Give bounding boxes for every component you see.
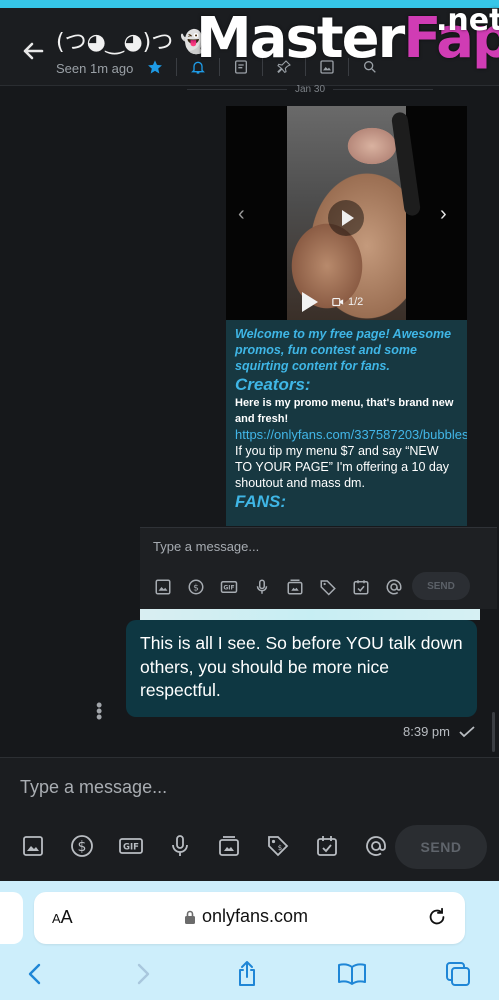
divider (176, 58, 177, 76)
promo-text: Welcome to my free page! Awesome promos,… (235, 327, 452, 373)
bookmarks-icon[interactable] (337, 959, 367, 989)
message-composer: Type a message... $ GIF $ SEND (0, 757, 499, 881)
watermark-logo: MasterFap .net (196, 3, 499, 71)
vault-icon[interactable] (216, 833, 242, 859)
media-counter: 1/2 (332, 296, 363, 308)
dollar-icon[interactable]: $ (69, 833, 95, 859)
previous-tab-preview[interactable] (0, 892, 23, 944)
creators-heading: Creators: (235, 375, 311, 394)
inner-message-input[interactable]: Type a message... (153, 539, 259, 554)
mic-icon[interactable] (167, 833, 193, 859)
calendar-icon[interactable] (351, 577, 371, 597)
media-carousel[interactable]: ‹ › 1/2 (226, 106, 467, 320)
dollar-icon[interactable]: $ (186, 577, 206, 597)
tabs-icon[interactable] (443, 959, 473, 989)
chevron-left-icon[interactable]: ‹ (238, 203, 245, 226)
svg-text:GIF: GIF (123, 843, 139, 853)
svg-text:GIF: GIF (223, 585, 234, 592)
inner-toolbar: $ GIF (153, 577, 404, 597)
more-options-icon[interactable]: • • • (96, 696, 102, 726)
address-bar[interactable]: AA onlyfans.com (34, 892, 465, 944)
overlay-strip (140, 609, 480, 620)
menu-line: Here is my promo menu, that's brand new … (235, 397, 454, 425)
message-time: 8:39 pm (403, 724, 450, 739)
mic-icon[interactable] (252, 577, 272, 597)
chat-screen: (つ◕‿◕)つ 👻 Seen 1m ago MasterFap .net Jan… (0, 0, 499, 1000)
price-tag-icon[interactable] (318, 577, 338, 597)
browser-back-icon[interactable] (20, 959, 50, 989)
svg-text:$: $ (278, 844, 282, 852)
inner-send-button[interactable]: SEND (412, 572, 470, 600)
vault-icon[interactable] (285, 577, 305, 597)
gif-icon[interactable]: GIF (118, 833, 144, 859)
svg-text:$: $ (193, 583, 199, 593)
media-counter-text: 1/2 (348, 296, 364, 308)
lock-icon (185, 910, 195, 924)
post-text-card: Welcome to my free page! Awesome promos,… (226, 320, 467, 526)
fans-heading: FANS: (235, 492, 286, 511)
browser-forward-icon[interactable] (128, 959, 158, 989)
checkmark-icon (459, 725, 475, 737)
message-meta: 8:39 pm (403, 724, 476, 739)
thumbnail-object (390, 111, 422, 217)
chat-header: (つ◕‿◕)つ 👻 Seen 1m ago MasterFap .net (0, 0, 499, 86)
date-separator: Jan 30 (150, 84, 470, 95)
image-icon[interactable] (153, 577, 173, 597)
outgoing-message-bubble[interactable]: This is all I see. So before YOU talk do… (126, 620, 477, 717)
image-icon[interactable] (20, 833, 46, 859)
composer-toolbar: $ GIF $ (20, 833, 389, 859)
inner-message-composer: Type a message... $ GIF SEND (140, 527, 497, 609)
gif-icon[interactable]: GIF (219, 577, 239, 597)
domain-text: onlyfans.com (202, 906, 309, 926)
share-icon[interactable] (232, 959, 262, 989)
chat-title[interactable]: (つ◕‿◕)つ 👻 (56, 24, 208, 56)
profile-link[interactable]: https://onlyfans.com/337587203/bubblespo… (235, 427, 467, 443)
last-seen-status: Seen 1m ago (56, 61, 134, 76)
message-input[interactable]: Type a message... (20, 777, 167, 798)
chevron-right-icon[interactable]: › (440, 203, 447, 226)
send-button[interactable]: SEND (395, 825, 487, 869)
play-icon[interactable] (328, 200, 364, 236)
star-icon[interactable] (146, 58, 164, 76)
url-display[interactable]: onlyfans.com (184, 906, 308, 927)
browser-nav (0, 956, 499, 996)
price-tag-icon[interactable]: $ (265, 833, 291, 859)
mention-icon[interactable] (363, 833, 389, 859)
scrollbar[interactable] (492, 712, 495, 752)
text-size-button[interactable]: AA (52, 907, 73, 928)
browser-toolbar: AA onlyfans.com (0, 881, 499, 1000)
offer-text: If you tip my menu $7 and say “NEW TO YO… (235, 444, 450, 490)
calendar-icon[interactable] (314, 833, 340, 859)
video-camera-icon (332, 297, 344, 307)
mention-icon[interactable] (384, 577, 404, 597)
play-small-icon[interactable] (302, 292, 318, 312)
svg-text:$: $ (78, 839, 87, 855)
back-arrow-icon[interactable] (18, 36, 48, 66)
reload-icon[interactable] (426, 906, 448, 928)
